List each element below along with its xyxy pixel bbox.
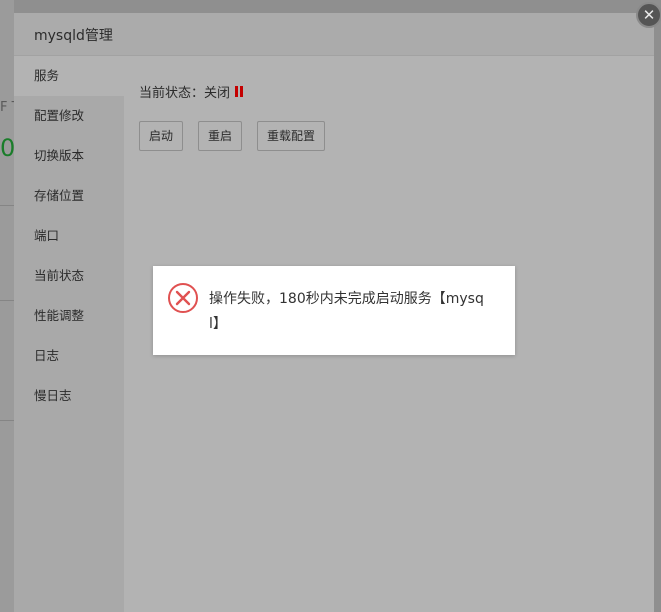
dialog-sidebar: 服务 配置修改 切换版本 存储位置 端口 当前状态 性能调整 日志 慢日志	[14, 56, 124, 612]
sidebar-item-storage[interactable]: 存储位置	[14, 176, 124, 216]
background-divider	[0, 420, 14, 421]
restart-button[interactable]: 重启	[198, 121, 243, 151]
background-divider	[0, 205, 14, 206]
reload-config-button[interactable]: 重载配置	[257, 121, 326, 151]
error-icon	[168, 283, 198, 313]
background-number: 0	[0, 134, 16, 162]
sidebar-item-status[interactable]: 当前状态	[14, 256, 124, 296]
sidebar-item-config[interactable]: 配置修改	[14, 96, 124, 136]
toast-message: 操作失败，180秒内未完成启动服务【mysql】	[209, 291, 484, 332]
sidebar-item-log[interactable]: 日志	[14, 336, 124, 376]
dialog-titlebar: mysqld管理	[14, 13, 654, 56]
background-page	[0, 0, 14, 612]
status-value: 关闭	[204, 86, 231, 101]
status-label: 当前状态：	[139, 86, 205, 101]
close-icon[interactable]: ✕	[636, 2, 661, 28]
sidebar-item-service[interactable]: 服务	[14, 56, 124, 96]
error-toast: 操作失败，180秒内未完成启动服务【mysql】	[153, 266, 515, 355]
service-actions: 启动 重启 重载配置	[139, 121, 326, 151]
dialog-title: mysqld管理	[34, 28, 113, 44]
sidebar-item-version[interactable]: 切换版本	[14, 136, 124, 176]
sidebar-item-performance[interactable]: 性能调整	[14, 296, 124, 336]
background-divider	[0, 300, 14, 301]
sidebar-item-port[interactable]: 端口	[14, 216, 124, 256]
service-status: 当前状态： 关闭	[139, 82, 244, 101]
start-button[interactable]: 启动	[139, 121, 184, 151]
sidebar-item-slow-log[interactable]: 慢日志	[14, 376, 124, 416]
pause-icon	[235, 86, 244, 97]
